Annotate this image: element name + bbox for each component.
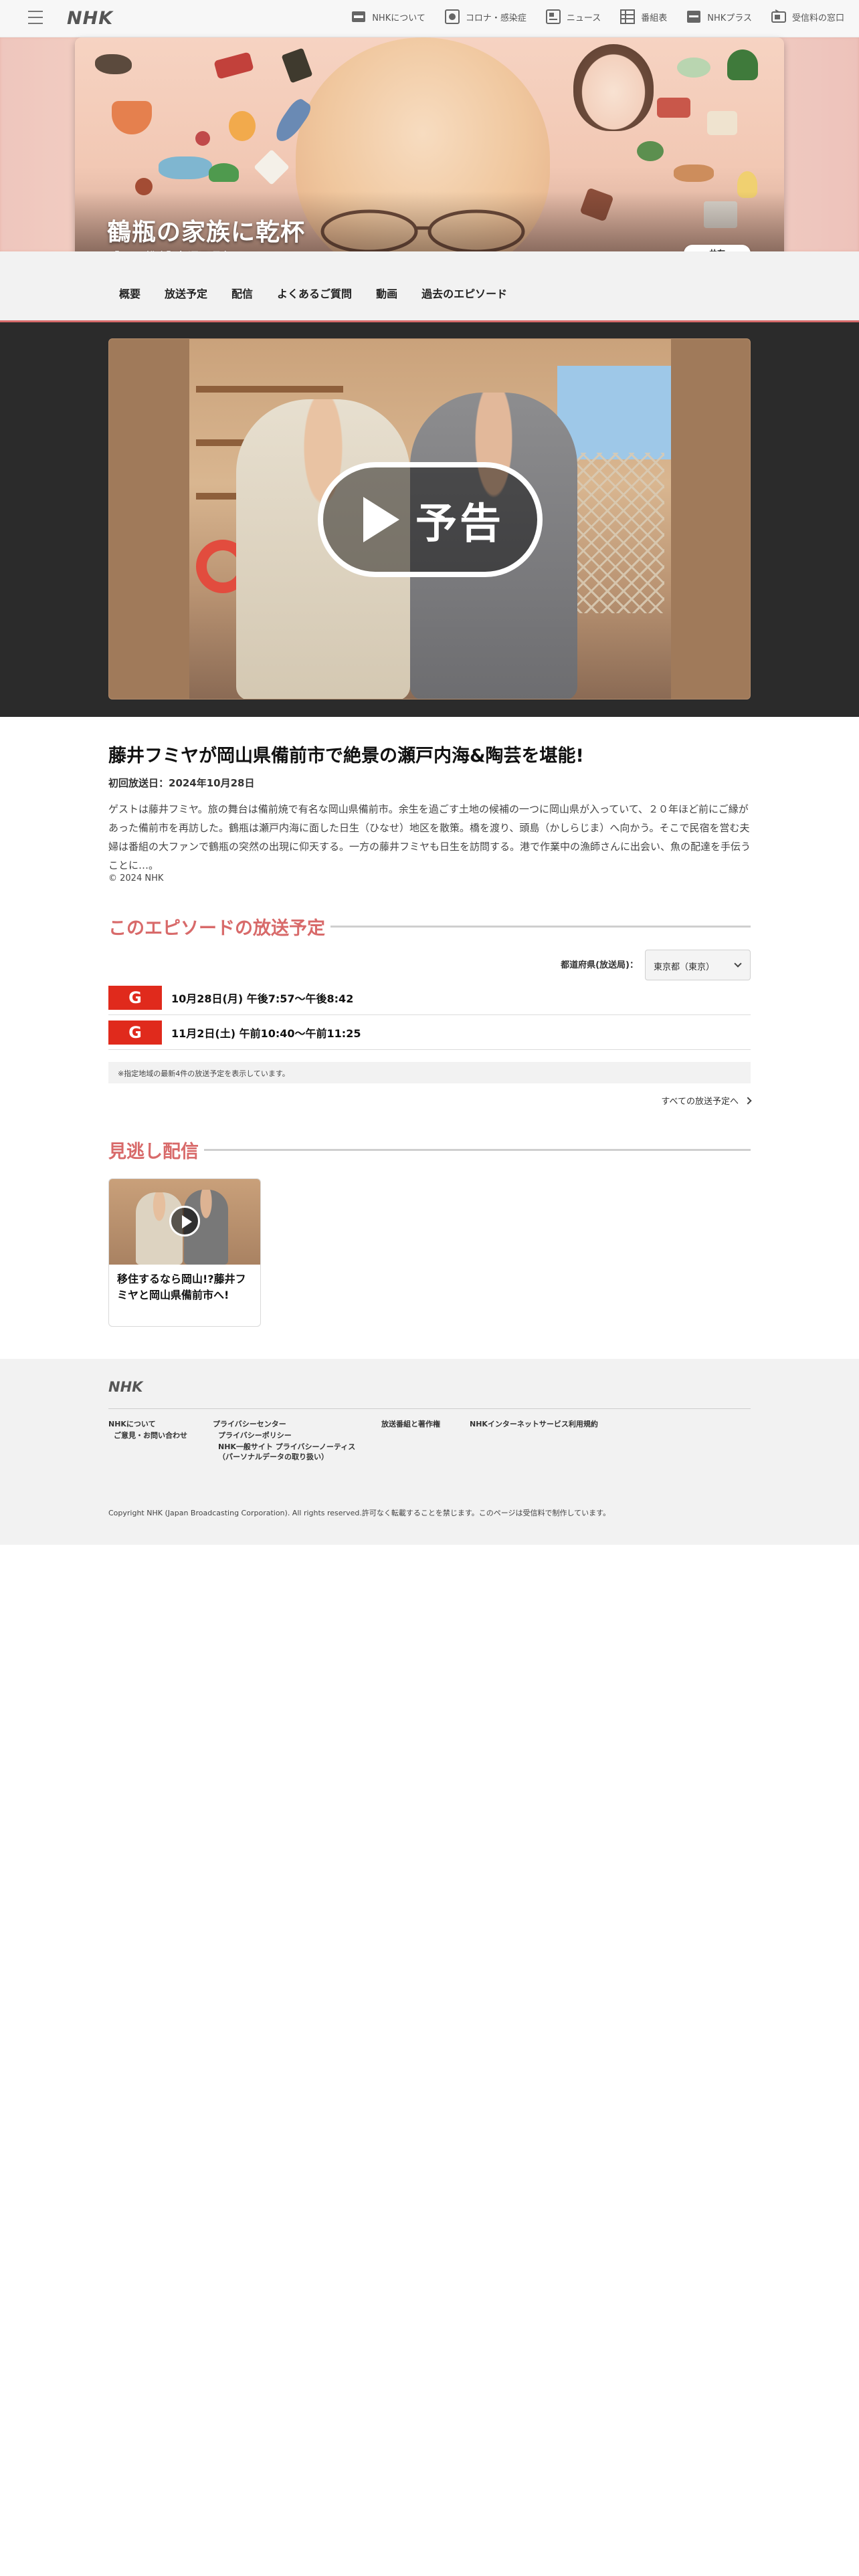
trailer-play-button[interactable]: 予告 [318, 462, 543, 577]
schedule-section-heading: このエピソードの放送予定 [108, 914, 751, 940]
footer: NHK NHKについて ご意見・お問い合わせ プライバシーセンター プライバシー… [0, 1359, 859, 1545]
all-schedule-link[interactable]: すべての放送予定へ [661, 1094, 752, 1107]
card-illustration [707, 111, 737, 135]
watermelon-illustration [209, 163, 239, 182]
boat-illustration [159, 156, 212, 179]
nav-news[interactable]: ニュース [545, 9, 601, 25]
nhk-box-icon [351, 9, 367, 25]
program-nav-bar: 概要 放送予定 配信 よくあるご質問 動画 過去のエピソード [0, 251, 859, 322]
can-illustration [281, 47, 313, 84]
riceball-illustration [254, 149, 290, 185]
all-schedule-label: すべての放送予定へ [661, 1097, 739, 1107]
nav-schedule-label: 番組表 [641, 13, 668, 23]
schedule-heading: このエピソードの放送予定 [108, 918, 325, 939]
tab-streaming[interactable]: 配信 [219, 285, 265, 301]
chevron-right-icon [744, 1096, 752, 1105]
grid-icon [619, 9, 636, 25]
nav-receiving-fee[interactable]: 受信料の窓口 [771, 9, 844, 25]
episode-description: ゲストは藤井フミヤ。旅の舞台は備前焼で有名な岡山県備前市。余生を過ごす土地の候補… [108, 803, 751, 871]
nav-nhkplus[interactable]: NHKプラス [686, 9, 752, 25]
snack-illustration [195, 131, 210, 146]
footer-nhk-logo[interactable]: NHK [108, 1379, 142, 1395]
snack-illustration [213, 51, 254, 80]
first-air-date: 初回放送日：2024年10月28日 [108, 777, 255, 789]
footer-col-privacy: プライバシーセンター プライバシーポリシー NHK一般サイト プライバシーノーテ… [213, 1418, 373, 1462]
tab-broadcast-schedule[interactable]: 放送予定 [153, 285, 219, 301]
bonsai-illustration [727, 49, 758, 80]
program-hero: 鶴瓶の家族に乾杯 【NHK総合】毎週月曜夜7:57〜8:42 共有 [75, 37, 784, 272]
sign-illustration [657, 98, 690, 118]
nhk-logo[interactable]: NHK [67, 8, 113, 29]
region-label: 都道府県(放送局)： [561, 960, 638, 970]
broadcast-time: 10月28日(月) 午後7:57〜午後8:42 [171, 992, 354, 1005]
nav-corona[interactable]: コロナ・感染症 [444, 9, 527, 25]
divider [108, 1408, 751, 1409]
footer-col-copyright: 放送番組と著作権 [381, 1418, 440, 1429]
menu-icon[interactable] [28, 11, 43, 24]
broadcast-row: G 10月28日(月) 午後7:57〜午後8:42 [108, 980, 751, 1015]
footer-col-about: NHKについて ご意見・お問い合わせ [108, 1418, 187, 1440]
program-nav: 概要 放送予定 配信 よくあるご質問 動画 過去のエピソード [107, 285, 519, 301]
region-value: 東京都（東京） [654, 962, 715, 972]
broadcast-time: 11月2日(土) 午前10:40〜午前11:25 [171, 1027, 361, 1040]
episode-copyright: © 2024 NHK [108, 873, 164, 883]
play-box-icon [686, 9, 702, 25]
vegetable-illustration [637, 141, 664, 161]
divider [330, 926, 751, 928]
tv-icon [771, 9, 787, 25]
nav-about[interactable]: NHKについて [351, 9, 425, 25]
nav-corona-label: コロナ・感染症 [465, 13, 527, 23]
channel-badge: G [108, 1020, 162, 1045]
nav-receiving-fee-label: 受信料の窓口 [791, 13, 844, 23]
footer-link-privacy-notice[interactable]: NHK一般サイト プライバシーノーティス（パーソナルデータの取り扱い） [213, 1442, 367, 1462]
flower-illustration [677, 58, 710, 78]
animal-illustration [95, 54, 132, 74]
food-illustration [674, 165, 714, 182]
nav-news-label: ニュース [566, 13, 601, 23]
broadcast-row: G 11月2日(土) 午前10:40〜午前11:25 [108, 1015, 751, 1050]
video-player[interactable]: 予告 [108, 338, 751, 700]
footer-link-privacy-center[interactable]: プライバシーセンター [213, 1419, 373, 1429]
tab-faq[interactable]: よくあるご質問 [265, 285, 364, 301]
vod-card[interactable]: 移住するなら岡山!?藤井フミヤと岡山県備前市へ! [108, 1178, 261, 1327]
fruit-illustration [229, 111, 256, 141]
footer-link-broadcast-copyright[interactable]: 放送番組と著作権 [381, 1419, 440, 1429]
chevron-down-icon [734, 960, 742, 968]
episode-title: 藤井フミヤが岡山県備前市で絶景の瀬戸内海&陶芸を堪能! [108, 746, 584, 766]
footer-col-terms: NHKインターネットサービス利用規約 [470, 1418, 598, 1429]
play-icon [363, 497, 399, 542]
trailer-label: 予告 [415, 499, 504, 548]
nav-schedule[interactable]: 番組表 [619, 9, 667, 25]
nav-nhkplus-label: NHKプラス [707, 13, 752, 23]
schedule-notice: ※指定地域の最新4件の放送予定を表示しています。 [108, 1062, 751, 1083]
tab-past-episodes[interactable]: 過去のエピソード [409, 285, 519, 301]
region-select[interactable]: 東京都（東京） [645, 950, 751, 980]
divider [204, 1149, 751, 1151]
bowl-illustration [112, 101, 152, 134]
global-nav: NHKについて コロナ・感染症 ニュース 番組表 NHKプラス 受信料の窓口 [351, 9, 844, 25]
nav-about-label: NHKについて [372, 13, 425, 23]
guest-portrait-illustration [573, 44, 654, 131]
tab-videos[interactable]: 動画 [364, 285, 409, 301]
vod-title: 移住するなら岡山!?藤井フミヤと岡山県備前市へ! [117, 1273, 246, 1301]
play-icon [169, 1206, 200, 1237]
virus-icon [444, 9, 460, 25]
footer-link-contact[interactable]: ご意見・お問い合わせ [108, 1430, 187, 1440]
newspaper-icon [545, 9, 561, 25]
catchup-section-heading: 見逃し配信 [108, 1137, 751, 1163]
footer-link-about[interactable]: NHKについて [108, 1419, 187, 1429]
catchup-heading: 見逃し配信 [108, 1142, 199, 1162]
footer-copyright: Copyright NHK (Japan Broadcasting Corpor… [108, 1509, 611, 1517]
vod-thumbnail [109, 1179, 260, 1265]
footer-link-privacy-policy[interactable]: プライバシーポリシー [213, 1430, 373, 1440]
tab-overview[interactable]: 概要 [107, 285, 153, 301]
footer-link-internet-terms[interactable]: NHKインターネットサービス利用規約 [470, 1419, 598, 1429]
program-title: 鶴瓶の家族に乾杯 [107, 219, 306, 246]
channel-badge: G [108, 985, 162, 1010]
global-header: NHK NHKについて コロナ・感染症 ニュース 番組表 NHKプラス 受信料の… [0, 0, 859, 37]
